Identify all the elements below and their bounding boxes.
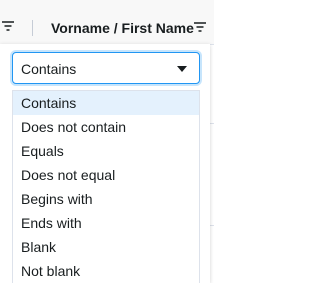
filter-icon[interactable]	[193, 21, 207, 33]
filter-option-blank[interactable]: Blank	[13, 235, 199, 259]
grid-header-row: Vorname / First Name	[0, 0, 214, 45]
caret-down-icon	[177, 66, 187, 72]
filter-option-ends-with[interactable]: Ends with	[13, 211, 199, 235]
filter-type-select[interactable]: Contains	[12, 52, 200, 84]
column-resize-handle[interactable]	[32, 20, 33, 36]
grid-filter-screen: Vorname / First Name Contains Contains D…	[0, 0, 214, 283]
filter-type-options-list: Contains Does not contain Equals Does no…	[12, 90, 200, 283]
filter-option-not-blank[interactable]: Not blank	[13, 259, 199, 283]
filter-option-does-not-equal[interactable]: Does not equal	[13, 163, 199, 187]
filter-option-contains[interactable]: Contains	[13, 91, 199, 115]
filter-type-selected-value: Contains	[21, 61, 77, 77]
column-header-title[interactable]: Vorname / First Name	[51, 20, 194, 36]
filter-option-does-not-contain[interactable]: Does not contain	[13, 115, 199, 139]
filter-option-equals[interactable]: Equals	[13, 139, 199, 163]
filter-option-begins-with[interactable]: Begins with	[13, 187, 199, 211]
filter-icon[interactable]	[1, 20, 15, 32]
